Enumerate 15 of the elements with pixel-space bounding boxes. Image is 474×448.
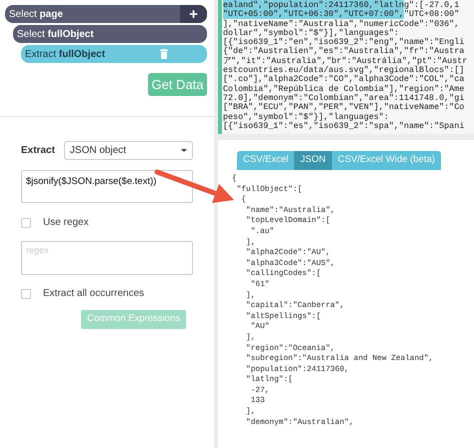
checkbox[interactable] (21, 288, 31, 298)
expression-field[interactable]: $jsonify($JSON.parse($e.text)) (21, 170, 193, 203)
checkbox-label: Extract all occurrences (43, 287, 144, 301)
checkbox[interactable] (21, 218, 31, 228)
select-step[interactable]: Select page + (5, 5, 207, 23)
checkbox-label: Use regex (43, 216, 89, 230)
select-step[interactable]: Select fullObject (13, 25, 207, 43)
caret-icon (181, 149, 187, 152)
raw-json-text: ealand","population":24117360,"latlng":[-27.0,1 "UTC+05:00","UTC+06:30","UTC+07:00","UTC+08:00" ],"nativeName":"Australia","numericCode":"036", dollar","symbol":"$"}],"languages": [{"iso639_1":"en","iso639_2":"eng","name":"Engli {"de":"Australien","es":"Australia","fr":"Austra ア","it":"Australia","br":"Austrália","pt":"Austr estcountries.eu/data/aus.svg","regionalBlocs":[] [".co"],"alpha2Code":"CO","alpha3Code":"COL","ca Colombia","República de Colombia"],"region":"Ame 72.0],"demonym":"Colombian","area":1141748.0,"gi ["BRA","ECU","PAN","PER","VEN"],"nativeName":"Co peso","symbol":"$"}],"languages": [{"iso639_1":"es","iso639_2":"spa","name":"Spani (218, 0, 474, 134)
trash-icon[interactable] (160, 49, 168, 59)
type-dropdown[interactable]: JSON object (64, 141, 193, 160)
extract-step[interactable]: Extract fullObject (21, 45, 207, 63)
output-tab[interactable]: JSON (294, 151, 332, 170)
add-button[interactable]: + (180, 5, 207, 23)
extract-label: Extract (21, 144, 55, 158)
